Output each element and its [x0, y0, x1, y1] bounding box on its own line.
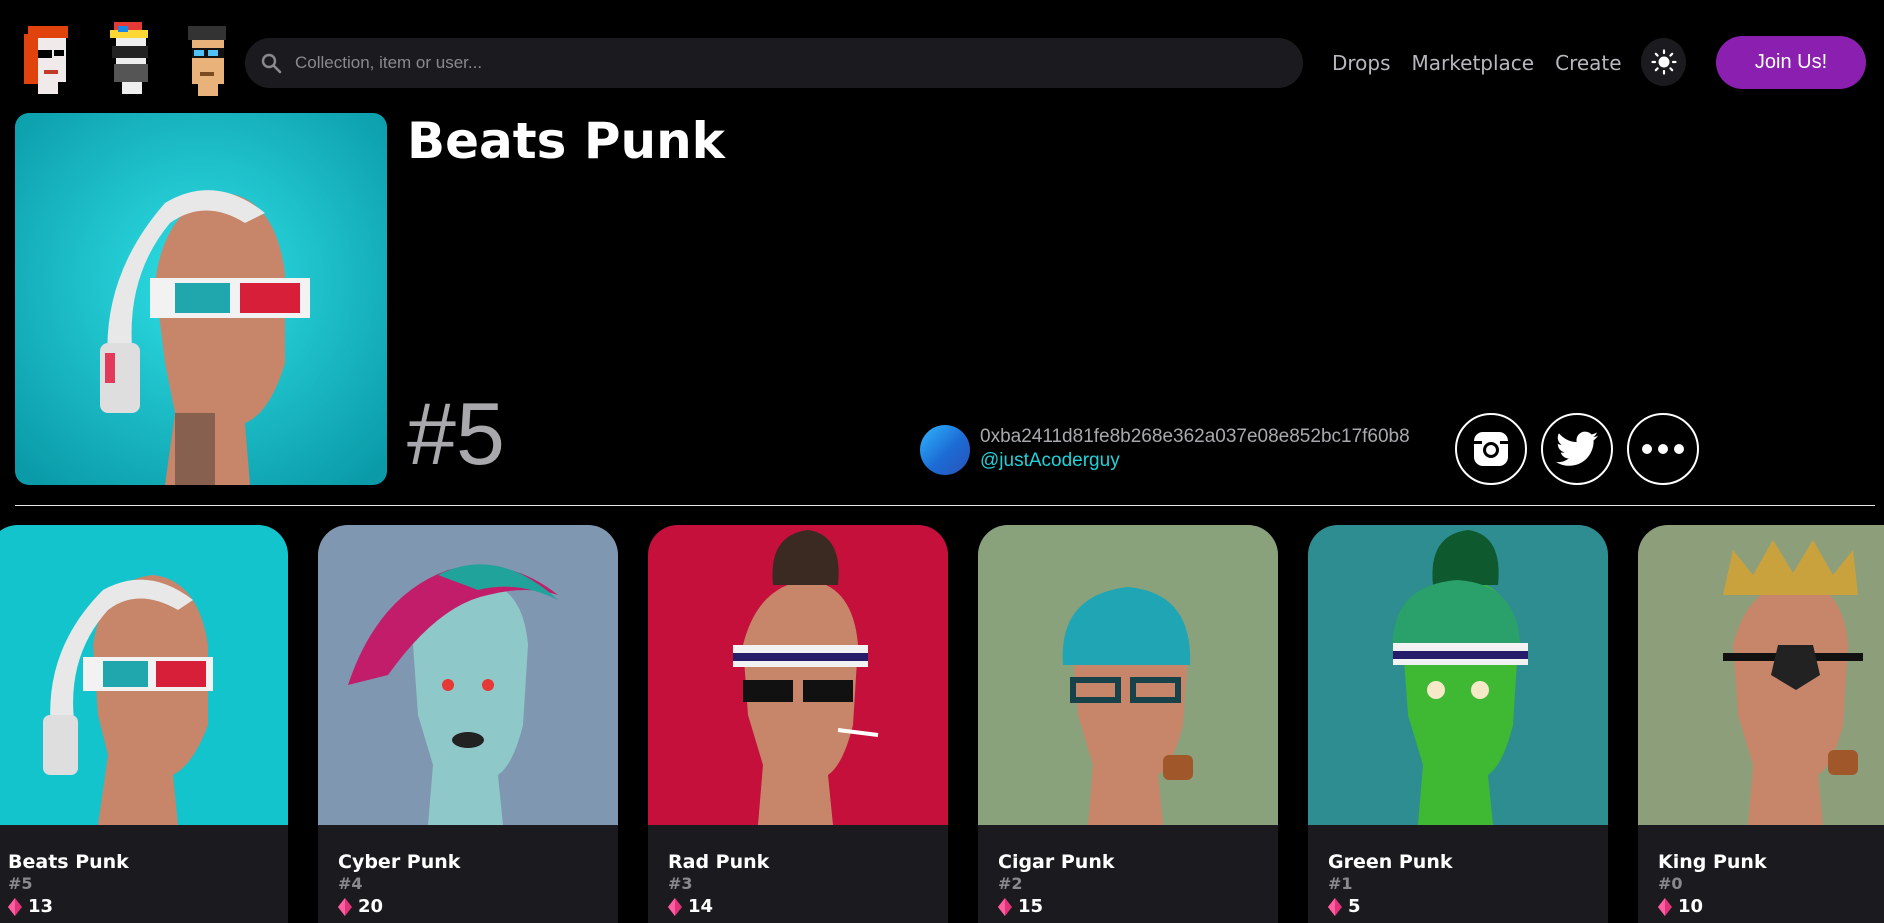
nav-drops[interactable]: Drops: [1332, 49, 1391, 77]
search-input[interactable]: [283, 37, 1303, 89]
card-name: Beats Punk: [8, 851, 129, 873]
card-image: [318, 525, 618, 825]
gem-icon: [668, 897, 682, 916]
card-image: [0, 525, 288, 825]
item-image: [15, 113, 387, 485]
item-title: Beats Punk: [407, 112, 725, 170]
instagram-button[interactable]: [1455, 413, 1527, 485]
collection-cards: Beats Punk #5 13 Cyber Punk #4 20 Rad Pu…: [0, 525, 1884, 923]
more-icon: [1642, 444, 1684, 454]
owner-avatar[interactable]: [920, 425, 970, 475]
card-number: #0: [1658, 874, 1683, 893]
twitter-button[interactable]: [1541, 413, 1613, 485]
card-name: King Punk: [1658, 851, 1767, 873]
card-price: 20: [338, 896, 383, 917]
card-image: [978, 525, 1278, 825]
sun-icon: [1650, 49, 1677, 75]
logo-punk-glasses: [188, 26, 226, 96]
logo-punk-cap: [110, 22, 148, 94]
card-image: [1638, 525, 1884, 825]
search-bar[interactable]: [245, 37, 1303, 89]
more-options-button[interactable]: [1627, 413, 1699, 485]
item-number: #5: [407, 384, 505, 483]
card-number: #5: [8, 874, 33, 893]
card-price-value: 15: [1018, 896, 1044, 917]
search-icon: [261, 53, 282, 74]
nft-card[interactable]: Cigar Punk #2 15: [978, 525, 1278, 923]
card-name: Green Punk: [1328, 851, 1453, 873]
card-image: [648, 525, 948, 825]
gem-icon: [8, 897, 22, 916]
main-nav: Drops Marketplace Create: [1332, 49, 1622, 77]
gem-icon: [1328, 897, 1342, 916]
card-number: #4: [338, 874, 363, 893]
card-price: 15: [998, 896, 1043, 917]
theme-toggle-button[interactable]: [1641, 38, 1686, 86]
card-price-value: 10: [1678, 896, 1704, 917]
card-number: #3: [668, 874, 693, 893]
card-price: 14: [668, 896, 713, 917]
card-name: Rad Punk: [668, 851, 770, 873]
nft-card[interactable]: Cyber Punk #4 20: [318, 525, 618, 923]
owner-address[interactable]: 0xba2411d81fe8b268e362a037e08e852bc17f60…: [980, 426, 1410, 448]
gem-icon: [338, 897, 352, 916]
card-price-value: 5: [1348, 896, 1361, 917]
card-price-value: 14: [688, 896, 714, 917]
owner-handle[interactable]: @justAcoderguy: [980, 450, 1120, 472]
card-image: [1308, 525, 1608, 825]
card-price-value: 20: [358, 896, 384, 917]
card-price: 13: [8, 896, 53, 917]
card-price: 5: [1328, 896, 1361, 917]
card-price-value: 13: [28, 896, 54, 917]
logo-punk-red: [24, 26, 68, 94]
card-number: #1: [1328, 874, 1353, 893]
nft-card[interactable]: King Punk #0 10: [1638, 525, 1884, 923]
nft-card[interactable]: Beats Punk #5 13: [0, 525, 288, 923]
card-name: Cyber Punk: [338, 851, 461, 873]
twitter-icon: [1556, 431, 1598, 466]
section-divider: [15, 505, 1875, 506]
instagram-icon: [1474, 432, 1508, 466]
nft-card[interactable]: Rad Punk #3 14: [648, 525, 948, 923]
nav-create[interactable]: Create: [1555, 49, 1621, 77]
nft-card[interactable]: Green Punk #1 5: [1308, 525, 1608, 923]
gem-icon: [1658, 897, 1672, 916]
nav-marketplace[interactable]: Marketplace: [1412, 49, 1535, 77]
site-logo[interactable]: [24, 20, 244, 100]
card-name: Cigar Punk: [998, 851, 1115, 873]
gem-icon: [998, 897, 1012, 916]
card-number: #2: [998, 874, 1023, 893]
card-price: 10: [1658, 896, 1703, 917]
join-button[interactable]: Join Us!: [1716, 36, 1866, 89]
